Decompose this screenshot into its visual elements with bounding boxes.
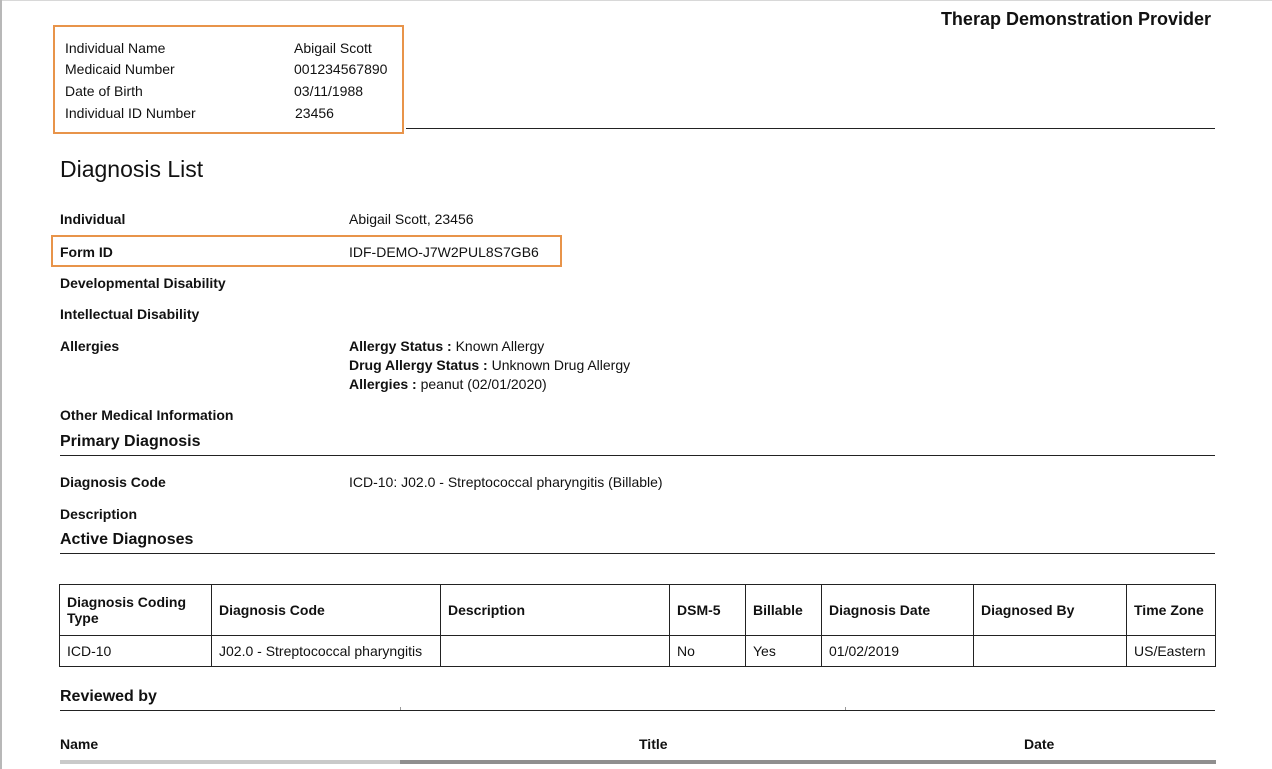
reviewed-by-title-header: Title (639, 736, 668, 752)
allergies-detail-line: Allergies : peanut (02/01/2020) (349, 376, 547, 392)
table-header-row: Diagnosis Coding Type Diagnosis Code Des… (59, 584, 1216, 636)
cell-diagnosis-code: J02.0 - Streptococcal pharyngitis (211, 635, 441, 667)
individual-id-label: Individual ID Number (65, 105, 196, 121)
active-diagnoses-divider (60, 553, 1215, 554)
description-label: Description (60, 506, 138, 522)
developmental-disability-label: Developmental Disability (60, 275, 226, 291)
intellectual-disability-label: Intellectual Disability (60, 306, 200, 322)
other-medical-information-label: Other Medical Information (60, 407, 234, 423)
individual-name-value: Abigail Scott (294, 40, 372, 56)
drug-allergy-status-line: Drug Allergy Status : Unknown Drug Aller… (349, 357, 630, 373)
column-header-diagnosis-date: Diagnosis Date (821, 584, 974, 636)
page-top-edge (0, 0, 1272, 1)
cell-dsm5: No (669, 635, 746, 667)
diagnosis-code-label: Diagnosis Code (60, 474, 166, 490)
active-diagnoses-table: Diagnosis Coding Type Diagnosis Code Des… (59, 584, 1216, 667)
page-title: Diagnosis List (60, 156, 204, 182)
reviewed-by-date-header: Date (1024, 736, 1055, 752)
column-header-diagnosis-code: Diagnosis Code (211, 584, 441, 636)
individual-label: Individual (60, 211, 126, 227)
column-header-billable: Billable (745, 584, 822, 636)
allergy-status-line: Allergy Status : Known Allergy (349, 338, 544, 354)
allergies-label: Allergies (60, 338, 120, 354)
allergies-detail-value: peanut (02/01/2020) (420, 376, 547, 392)
page-left-edge (0, 0, 2, 769)
column-header-diagnosis-coding-type: Diagnosis Coding Type (59, 584, 212, 636)
allergies-detail-label: Allergies : (349, 376, 417, 392)
cell-coding-type: ICD-10 (59, 635, 212, 667)
reviewed-by-header-rule-left (60, 760, 400, 764)
medicaid-number-value: 001234567890 (294, 61, 388, 77)
cell-time-zone: US/Eastern (1126, 635, 1216, 667)
table-row: ICD-10 J02.0 - Streptococcal pharyngitis… (59, 635, 1216, 667)
reviewed-by-divider (60, 710, 1215, 711)
column-header-time-zone: Time Zone (1126, 584, 1216, 636)
provider-name: Therap Demonstration Provider (940, 9, 1211, 29)
drug-allergy-status-value: Unknown Drug Allergy (491, 357, 631, 373)
reviewed-by-name-header: Name (60, 736, 99, 752)
date-of-birth-label: Date of Birth (65, 83, 143, 99)
cell-diagnosed-by (973, 635, 1127, 667)
form-id-value: IDF-DEMO-J7W2PUL8S7GB6 (349, 244, 539, 260)
individual-name-label: Individual Name (65, 40, 166, 56)
allergy-status-label: Allergy Status : (349, 338, 452, 354)
column-header-diagnosed-by: Diagnosed By (973, 584, 1127, 636)
column-header-dsm5: DSM-5 (669, 584, 746, 636)
individual-value: Abigail Scott, 23456 (349, 211, 474, 227)
column-header-description: Description (440, 584, 670, 636)
reviewed-by-header-rule-right (400, 760, 1216, 764)
medicaid-number-label: Medicaid Number (65, 61, 175, 77)
active-diagnoses-heading: Active Diagnoses (60, 531, 194, 548)
header-divider (406, 128, 1215, 129)
cell-diagnosis-date: 01/02/2019 (821, 635, 974, 667)
reviewed-by-column-tick (400, 707, 401, 710)
diagnosis-code-value: ICD-10: J02.0 - Streptococcal pharyngiti… (349, 474, 663, 490)
allergy-status-value: Known Allergy (455, 338, 545, 354)
drug-allergy-status-label: Drug Allergy Status : (349, 357, 488, 373)
primary-diagnosis-divider (60, 455, 1215, 456)
date-of-birth-value: 03/11/1988 (294, 83, 364, 99)
reviewed-by-heading: Reviewed by (60, 688, 157, 705)
cell-description (440, 635, 670, 667)
individual-id-value: 23456 (295, 105, 334, 121)
reviewed-by-column-tick (845, 707, 846, 710)
form-id-label: Form ID (60, 244, 113, 260)
cell-billable: Yes (745, 635, 822, 667)
primary-diagnosis-heading: Primary Diagnosis (60, 433, 201, 450)
